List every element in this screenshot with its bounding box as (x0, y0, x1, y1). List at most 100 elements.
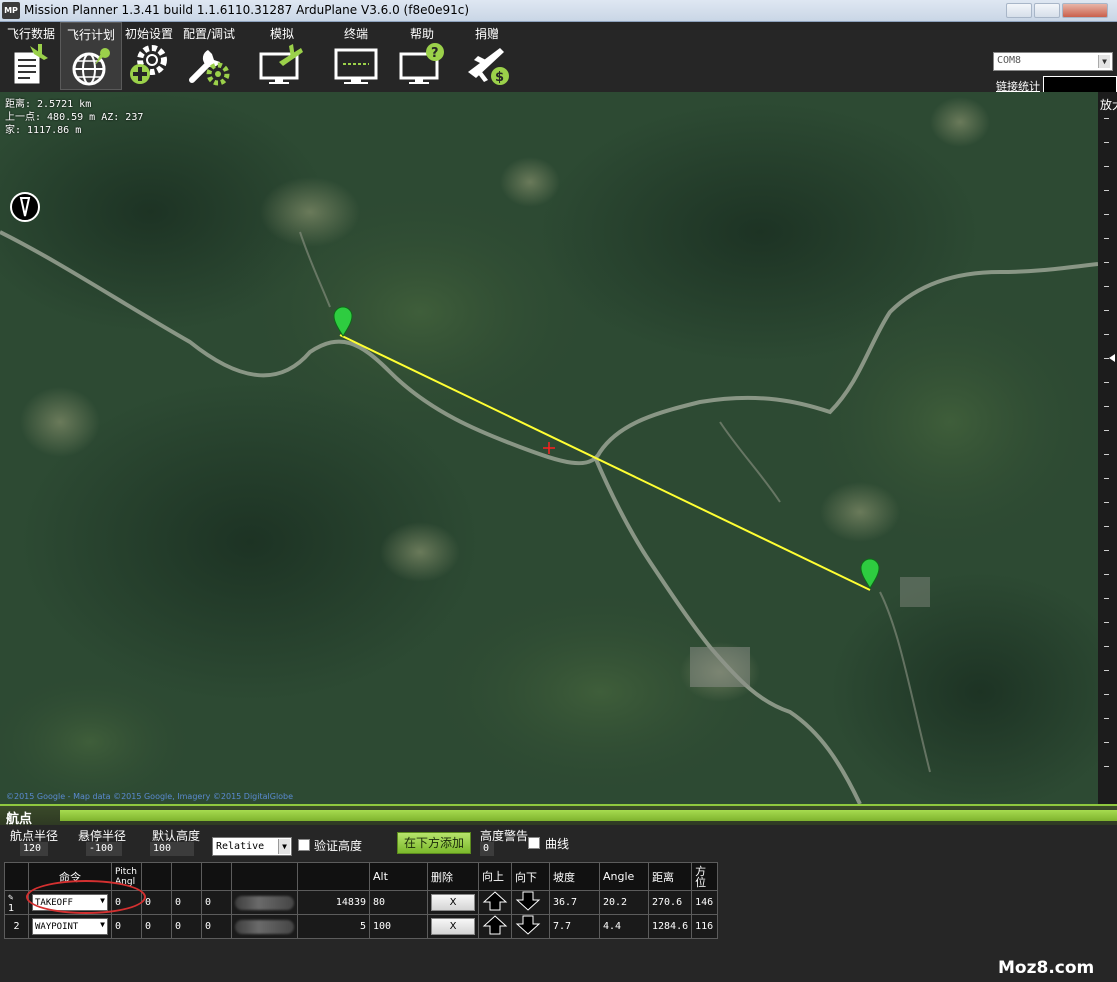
add-below-button[interactable]: 在下方添加 (397, 832, 471, 854)
spline-checkbox[interactable] (528, 837, 540, 849)
menu-donate[interactable]: 捐赠 $ (456, 22, 518, 90)
delete-button[interactable]: X (431, 894, 475, 911)
initial-setup-icon (130, 45, 167, 84)
row-p3[interactable]: 0 (171, 914, 202, 939)
row-grad: 36.7 (549, 890, 600, 915)
loiter-radius-input[interactable]: -100 (86, 842, 122, 856)
alt-warn-input[interactable]: 0 (480, 842, 494, 856)
row-down[interactable] (511, 890, 550, 915)
wp-radius-input[interactable]: 120 (20, 842, 48, 856)
row-up[interactable] (478, 914, 512, 939)
spline-label: 曲线 (545, 837, 570, 851)
zoom-slider[interactable]: 放大 (1098, 92, 1117, 804)
row-p2[interactable]: 0 (141, 890, 172, 915)
menu-simulation[interactable]: 模拟 (251, 22, 313, 90)
arrow-down-icon[interactable] (515, 891, 541, 911)
zoom-thumb[interactable] (1109, 354, 1115, 362)
zoom-tick (1104, 406, 1109, 407)
default-alt-input[interactable]: 100 (150, 842, 194, 856)
col-lat (231, 862, 298, 891)
waypoints-header[interactable]: 航点 (0, 804, 1117, 827)
menu-help[interactable]: 帮助 ? (391, 22, 453, 90)
row-p4[interactable]: 0 (201, 890, 232, 915)
menu-flight-plan[interactable]: 飞行计划 (60, 22, 122, 90)
chevron-down-icon: ▼ (100, 920, 105, 929)
row-dist: 1284.6 (647, 914, 693, 939)
verify-height-checkbox[interactable] (298, 839, 310, 851)
zoom-tick (1104, 166, 1109, 167)
svg-text:$: $ (495, 70, 504, 85)
row-num: 2 (4, 914, 29, 939)
svg-text:?: ? (431, 46, 439, 61)
flight-plan-icon (72, 48, 110, 86)
zoom-tick (1104, 382, 1109, 383)
zoom-tick (1104, 718, 1109, 719)
simulation-icon (259, 44, 303, 84)
col-lon (297, 862, 370, 891)
zoom-tick (1104, 142, 1109, 143)
close-button[interactable] (1062, 3, 1108, 18)
row-lat-redacted (231, 914, 298, 939)
col-angle: Angle (599, 862, 649, 891)
zoom-tick (1104, 334, 1109, 335)
col-az: 方位 (691, 862, 719, 891)
arrow-up-icon[interactable] (482, 891, 508, 911)
row-p4[interactable]: 0 (201, 914, 232, 939)
menu-label: 飞行计划 (66, 28, 115, 42)
menu-initial-setup[interactable]: 初始设置 (118, 22, 180, 90)
row-command[interactable]: WAYPOINT ▼ (28, 914, 112, 939)
arrow-up-icon[interactable] (482, 915, 508, 935)
com-port-value: COM8 (997, 55, 1022, 66)
zoom-tick (1104, 502, 1109, 503)
row-p1[interactable]: 0 (111, 914, 142, 939)
zoom-label: 放大 (1100, 98, 1117, 112)
alt-mode-value: Relative (216, 841, 265, 852)
col-num (4, 862, 29, 891)
row-num: ✎ 1 (4, 890, 29, 915)
chevron-down-icon: ▼ (278, 839, 290, 854)
zoom-track[interactable] (1104, 118, 1111, 798)
row-az: 146 (691, 890, 719, 915)
row-delete[interactable]: X (427, 890, 479, 915)
row-alt[interactable]: 80 (369, 890, 428, 915)
row-p2[interactable]: 0 (141, 914, 172, 939)
row-lon[interactable]: 5 (297, 914, 370, 939)
help-icon: ? (399, 43, 444, 84)
zoom-tick (1104, 262, 1109, 263)
satellite-map[interactable]: 距离: 2.5721 km 上一点: 480.59 m AZ: 237 家: 1… (0, 92, 1098, 804)
table-row[interactable]: 2 WAYPOINT ▼ 0 0 0 0 5 100 X 7.7 4.4 1284… (4, 914, 719, 939)
col-down: 向下 (511, 862, 550, 891)
main-menu-bar: 飞行数据 飞行计划 初始设置 配置/调试 模拟 终端 帮助 ? 捐赠 $ COM… (0, 22, 1117, 93)
minimize-button[interactable] (1006, 3, 1032, 18)
menu-terminal[interactable]: 终端 (325, 22, 387, 90)
arrow-down-icon[interactable] (515, 915, 541, 935)
prev-point-readout: 上一点: 480.59 m AZ: 237 (5, 112, 144, 123)
row-alt[interactable]: 100 (369, 914, 428, 939)
zoom-tick (1104, 310, 1109, 311)
menu-label: 初始设置 (124, 27, 173, 41)
row-grad: 7.7 (549, 914, 600, 939)
row-up[interactable] (478, 890, 512, 915)
delete-button[interactable]: X (431, 918, 475, 935)
alt-mode-select[interactable]: Relative ▼ (212, 837, 292, 856)
zoom-tick (1104, 646, 1109, 647)
zoom-tick (1104, 190, 1109, 191)
verify-height-label: 验证高度 (314, 839, 363, 853)
col-p3 (171, 862, 202, 891)
row-lon[interactable]: 14839 (297, 890, 370, 915)
maximize-button[interactable] (1034, 3, 1060, 18)
com-port-select[interactable]: COM8 ▼ (993, 52, 1113, 71)
watermark: Moz8.com (998, 958, 1095, 978)
menu-flight-data[interactable]: 飞行数据 (0, 22, 62, 90)
menu-label: 终端 (343, 27, 368, 41)
command-select[interactable]: WAYPOINT ▼ (32, 918, 108, 935)
zoom-tick (1104, 550, 1109, 551)
row-p3[interactable]: 0 (171, 890, 202, 915)
menu-label: 飞行数据 (6, 27, 55, 41)
row-delete[interactable]: X (427, 914, 479, 939)
row-dist: 270.6 (647, 890, 693, 915)
menu-config-tuning[interactable]: 配置/调试 (178, 22, 240, 90)
zoom-tick (1104, 574, 1109, 575)
menu-label: 模拟 (269, 27, 294, 41)
row-down[interactable] (511, 914, 550, 939)
